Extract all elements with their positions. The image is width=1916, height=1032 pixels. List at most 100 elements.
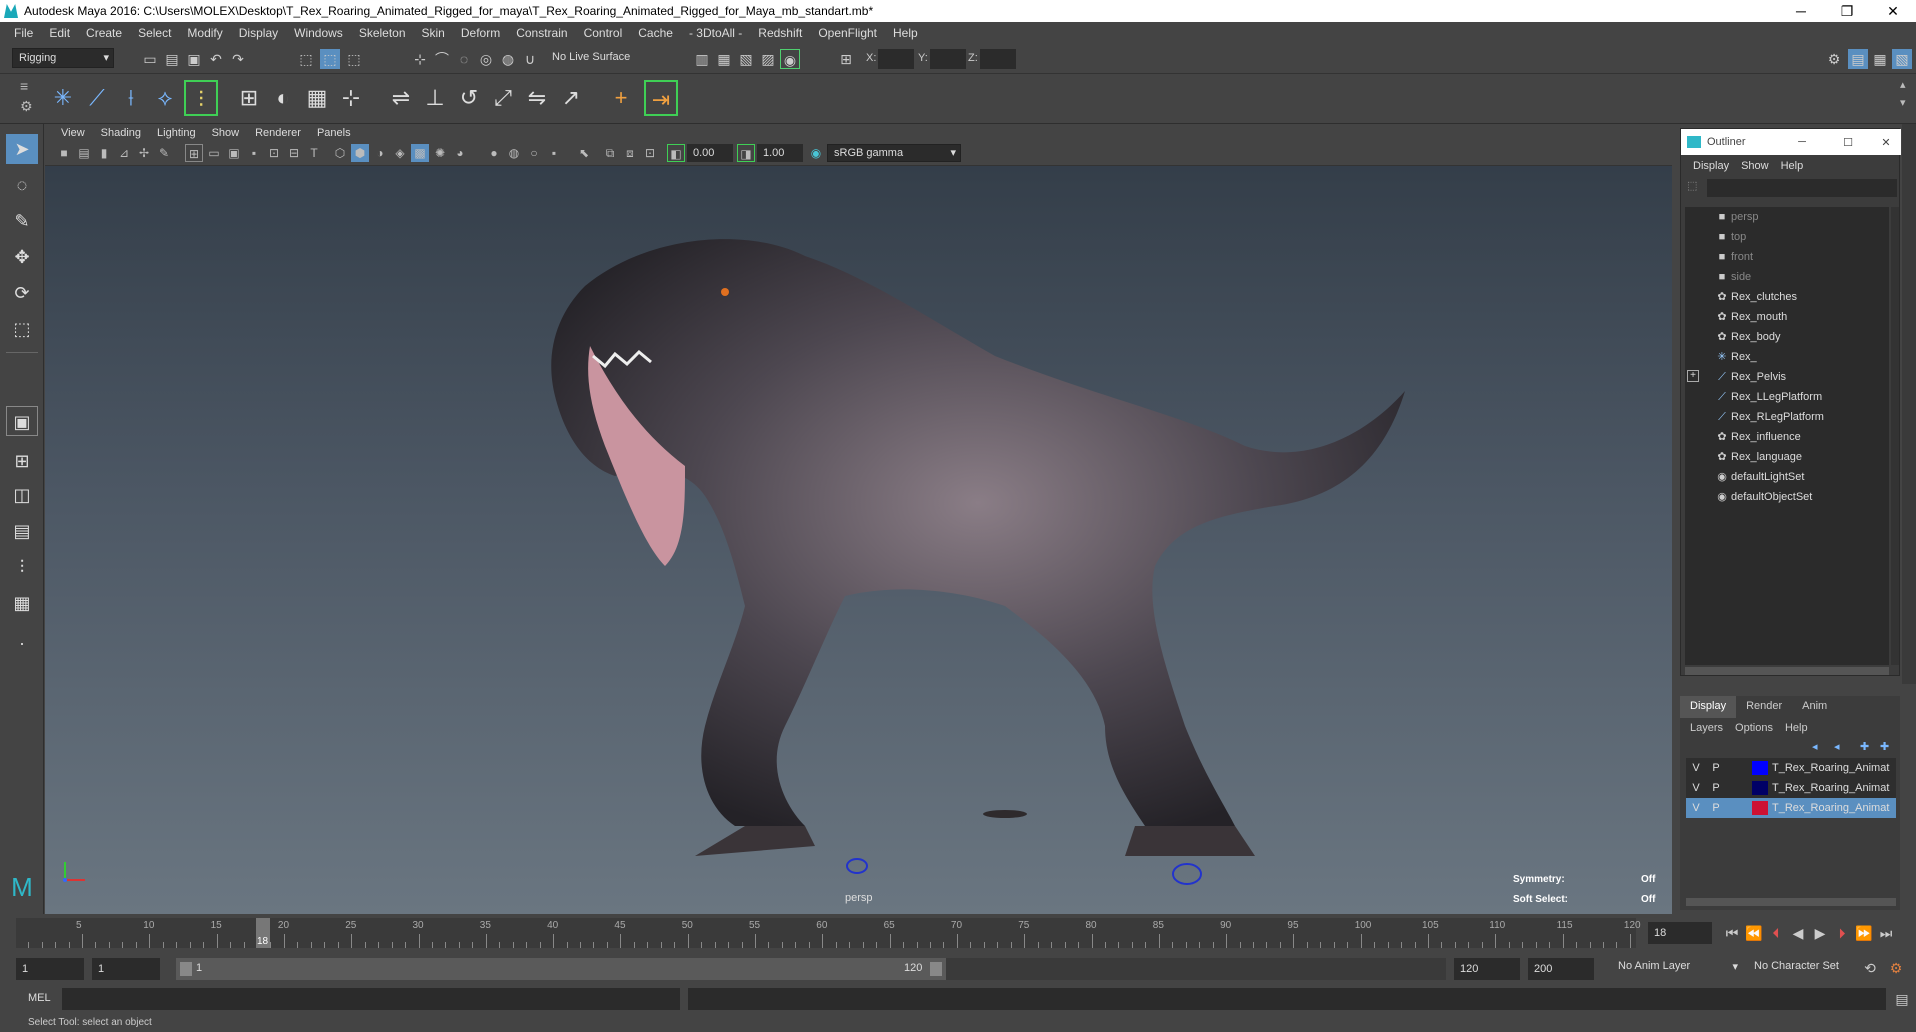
- tab-anim[interactable]: Anim: [1792, 696, 1837, 718]
- select-hierarchy-icon[interactable]: ⬚: [296, 49, 316, 69]
- save-scene-icon[interactable]: ▣: [184, 49, 204, 69]
- attribute-editor-toggle-icon[interactable]: ▤: [1848, 49, 1868, 69]
- ik-handle-icon[interactable]: ⟋: [80, 80, 114, 116]
- layer-color-swatch[interactable]: [1752, 761, 1768, 775]
- outliner-item-persp[interactable]: ■ persp: [1685, 207, 1889, 227]
- insert-joint-icon[interactable]: ⟡: [148, 80, 182, 116]
- move-tool-icon[interactable]: ✥: [6, 242, 38, 272]
- channel-box-side-tab[interactable]: [1902, 124, 1916, 684]
- cluster-icon[interactable]: ◐: [266, 80, 300, 116]
- outliner-vertical-scrollbar[interactable]: [1891, 207, 1899, 665]
- new-layer-icon[interactable]: ✚: [1860, 740, 1869, 753]
- menu-set-dropdown[interactable]: Rigging ▾: [12, 48, 114, 68]
- panel-menu-lighting[interactable]: Lighting: [149, 127, 204, 139]
- playback-start-field[interactable]: 1: [92, 958, 160, 980]
- snap-surface-icon[interactable]: ◍: [498, 49, 518, 69]
- new-scene-icon[interactable]: ▭: [140, 49, 160, 69]
- outliner-item-rex-language[interactable]: ✿ Rex_language: [1685, 447, 1889, 467]
- shelf-settings-icon[interactable]: ⚙: [20, 98, 33, 115]
- ipr-render-icon[interactable]: ▧: [736, 49, 756, 69]
- modeling-toolkit-icon[interactable]: ⚙: [1824, 49, 1844, 69]
- scale-tool-icon[interactable]: ⬚: [6, 314, 38, 344]
- outliner-item-rex[interactable]: ✳ Rex_: [1685, 347, 1889, 367]
- menu-redshift[interactable]: Redshift: [750, 26, 810, 40]
- safe-action-icon[interactable]: ⊟: [285, 144, 303, 162]
- render-frame-icon[interactable]: ▦: [714, 49, 734, 69]
- locator-shelf-icon[interactable]: ⫶: [184, 80, 218, 116]
- layer-visibility-toggle[interactable]: V: [1686, 802, 1706, 814]
- xray-joints-icon[interactable]: ⧈: [621, 144, 639, 162]
- outliner-minimize-button[interactable]: ─: [1779, 136, 1825, 148]
- exposure-icon[interactable]: ◧: [667, 144, 685, 162]
- go-to-start-icon[interactable]: ⏮: [1722, 923, 1742, 943]
- menu-skin[interactable]: Skin: [414, 26, 453, 40]
- anti-aliasing-icon[interactable]: ○: [525, 144, 543, 162]
- menu-skeleton[interactable]: Skeleton: [351, 26, 414, 40]
- menu-modify[interactable]: Modify: [179, 26, 230, 40]
- motion-blur-icon[interactable]: ◍: [505, 144, 523, 162]
- outliner-item-rex-body[interactable]: ✿ Rex_body: [1685, 327, 1889, 347]
- layer-playback-toggle[interactable]: P: [1706, 782, 1726, 794]
- persp-outliner-layout-icon[interactable]: ◫: [6, 480, 38, 510]
- layer-menu-options[interactable]: Options: [1729, 722, 1779, 734]
- menu-3dtoall[interactable]: - 3DtoAll -: [681, 26, 750, 40]
- range-slider-track[interactable]: [946, 958, 1446, 980]
- outliner-search-input[interactable]: [1707, 179, 1897, 197]
- hypershade-layout-icon[interactable]: ⫶: [6, 552, 38, 582]
- step-back-frame-icon[interactable]: ⏴: [1766, 923, 1786, 943]
- outliner-item-rex-mouth[interactable]: ✿ Rex_mouth: [1685, 307, 1889, 327]
- render-layout-icon[interactable]: ▦: [6, 588, 38, 618]
- color-management-icon[interactable]: ◉: [807, 144, 825, 162]
- use-all-lights-icon[interactable]: ✺: [431, 144, 449, 162]
- select-object-icon[interactable]: ⬚: [320, 49, 340, 69]
- outliner-item-defaultlightset[interactable]: ◉ defaultLightSet: [1685, 467, 1889, 487]
- wireframe-icon[interactable]: ⬡: [331, 144, 349, 162]
- ik-spline-icon[interactable]: ⟊: [114, 80, 148, 116]
- open-scene-icon[interactable]: ▤: [162, 49, 182, 69]
- layer-horizontal-scrollbar[interactable]: [1686, 898, 1896, 906]
- menu-display[interactable]: Display: [231, 26, 286, 40]
- lasso-tool-icon[interactable]: ◌: [6, 170, 38, 200]
- x-field[interactable]: [878, 49, 914, 69]
- go-to-end-icon[interactable]: ⏭: [1876, 923, 1896, 943]
- resolution-gate-icon[interactable]: ▣: [225, 144, 243, 162]
- textured-icon[interactable]: ▩: [411, 144, 429, 162]
- default-material-icon[interactable]: ◑: [371, 144, 389, 162]
- minimize-button[interactable]: ─: [1778, 3, 1824, 19]
- snap-view-plane-icon[interactable]: ◎: [476, 49, 496, 69]
- snap-grid-icon[interactable]: ⊹: [410, 49, 430, 69]
- tab-display[interactable]: Display: [1680, 696, 1737, 718]
- animation-end-field[interactable]: 200: [1528, 958, 1594, 980]
- play-forward-icon[interactable]: ▶: [1810, 923, 1830, 943]
- film-gate-icon[interactable]: ▭: [205, 144, 223, 162]
- move-layer-up-icon[interactable]: ◂: [1812, 740, 1818, 753]
- tab-render[interactable]: Render: [1736, 696, 1792, 718]
- step-forward-key-icon[interactable]: ⏩: [1854, 923, 1874, 943]
- restore-button[interactable]: ❐: [1824, 3, 1870, 20]
- layer-row-selected[interactable]: V P T_Rex_Roaring_Animat: [1686, 798, 1896, 818]
- outliner-menu-show[interactable]: Show: [1735, 160, 1775, 172]
- exposure-field[interactable]: 0.00: [687, 144, 733, 162]
- animation-preferences-icon[interactable]: ⚙: [1886, 958, 1906, 978]
- menu-create[interactable]: Create: [78, 26, 130, 40]
- time-slider[interactable]: 5 10 15 20 25 30 35 40 45 50 55 60 65 70 75 80 85 90 95 100…: [0, 914, 1916, 952]
- parent-constraint-icon[interactable]: ⇋: [520, 80, 554, 116]
- shadows-icon[interactable]: ◕: [451, 144, 469, 162]
- y-field[interactable]: [930, 49, 966, 69]
- outliner-maximize-button[interactable]: ☐: [1825, 136, 1871, 149]
- create-joints-icon[interactable]: ✳: [46, 80, 80, 116]
- safe-title-icon[interactable]: T: [305, 144, 323, 162]
- current-frame-field[interactable]: 18: [1648, 922, 1712, 944]
- joint-control-circles[interactable]: [846, 858, 1202, 885]
- tool-settings-icon[interactable]: ▦: [1870, 49, 1890, 69]
- orient-constraint-icon[interactable]: ↺: [452, 80, 486, 116]
- outliner-menu-help[interactable]: Help: [1775, 160, 1810, 172]
- expand-icon[interactable]: +: [1687, 370, 1699, 382]
- bookmark-icon[interactable]: ▮: [95, 144, 113, 162]
- grid-icon[interactable]: ⊞: [185, 144, 203, 162]
- pole-vector-icon[interactable]: ↗: [554, 80, 588, 116]
- menu-openflight[interactable]: OpenFlight: [810, 26, 885, 40]
- redo-icon[interactable]: ↷: [228, 49, 248, 69]
- panel-menu-view[interactable]: View: [53, 127, 93, 139]
- layer-playback-toggle[interactable]: P: [1706, 762, 1726, 774]
